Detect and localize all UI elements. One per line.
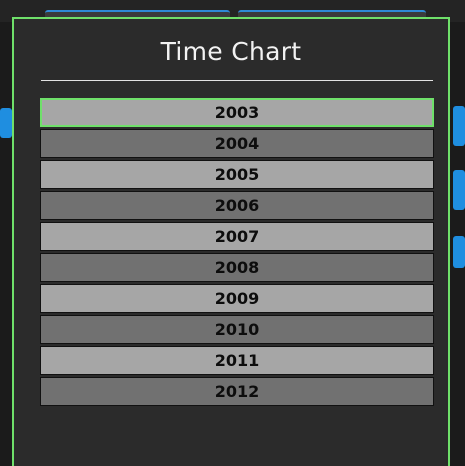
year-item[interactable]: 2007 (40, 222, 434, 251)
year-item[interactable]: 2004 (40, 129, 434, 158)
background-button (453, 106, 465, 146)
year-item[interactable]: 2006 (40, 191, 434, 220)
background-button (453, 236, 465, 268)
year-item[interactable]: 2012 (40, 377, 434, 406)
year-item[interactable]: 2010 (40, 315, 434, 344)
year-item[interactable]: 2008 (40, 253, 434, 282)
year-item[interactable]: 2009 (40, 284, 434, 313)
year-item[interactable]: 2003 (40, 98, 434, 127)
year-list: 2003 2004 2005 2006 2007 2008 2009 2010 … (40, 98, 434, 408)
background-button (453, 170, 465, 210)
app-window: Time Chart 2003 2004 2005 2006 2007 2008… (0, 0, 465, 466)
year-item[interactable]: 2011 (40, 346, 434, 375)
year-item[interactable]: 2005 (40, 160, 434, 189)
title-divider (41, 80, 433, 81)
dialog-title: Time Chart (160, 37, 302, 66)
background-button (0, 108, 12, 138)
time-chart-dialog: Time Chart 2003 2004 2005 2006 2007 2008… (12, 17, 450, 466)
